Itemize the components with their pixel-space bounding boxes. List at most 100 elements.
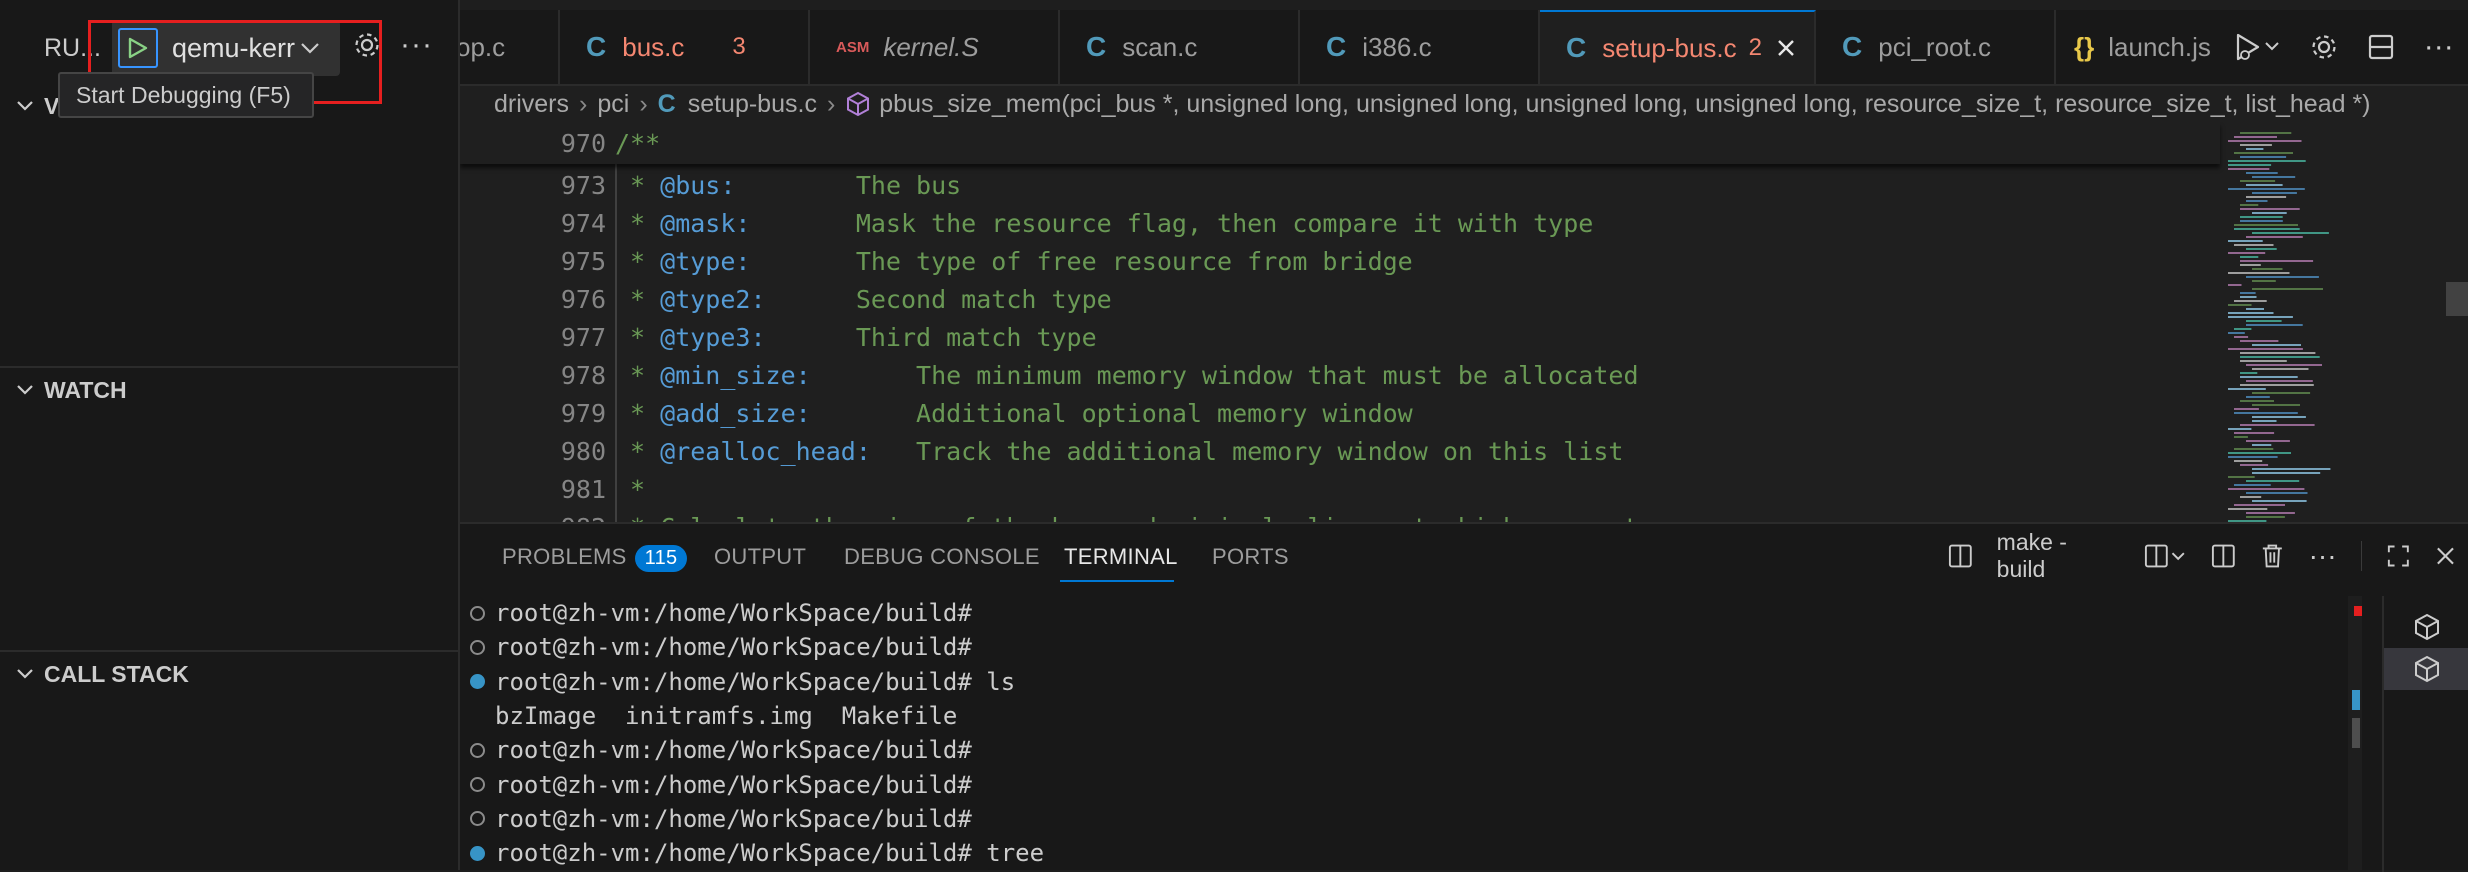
tab-label: PROBLEMS (502, 544, 627, 569)
editor-actions: ··· (2218, 10, 2468, 84)
minimap-line (2228, 428, 2252, 430)
minimap-line (2228, 304, 2252, 306)
tab-bus-c[interactable]: C bus.c 3 (560, 10, 810, 84)
command-decoration-icon[interactable] (470, 777, 485, 792)
more-actions-icon[interactable]: ··· (2424, 30, 2454, 64)
terminal-instance[interactable] (2384, 648, 2468, 690)
code-text: * @type3: Third match type (615, 323, 1097, 352)
gear-icon[interactable] (352, 30, 382, 60)
more-actions-icon[interactable]: ··· (400, 28, 433, 62)
tab-i386-c[interactable]: C i386.c (1300, 10, 1540, 84)
debug-config-name: qemu-kerr (172, 32, 296, 63)
minimap[interactable] (2220, 122, 2420, 522)
terminal-instance[interactable] (2384, 606, 2468, 648)
tab-problems[interactable]: PROBLEMS 115 (502, 544, 688, 572)
minimap-line (2234, 328, 2252, 330)
minimap-line (2246, 248, 2277, 250)
json-file-icon: {} (2074, 31, 2095, 62)
chevron-down-icon (17, 669, 33, 679)
command-decoration-icon[interactable] (470, 811, 485, 827)
c-file-icon: C (1842, 31, 1863, 62)
terminal-line: root@zh-vm:/home/WorkSpace/build# tree (470, 836, 1044, 870)
maximize-panel-icon[interactable] (2386, 543, 2411, 569)
breadcrumb: drivers › pci › C setup-bus.c › pbus_siz… (460, 86, 2468, 122)
command-decoration-icon[interactable] (470, 605, 485, 621)
tab-pci-root-c[interactable]: C pci_root.c (1816, 10, 2056, 84)
command-decoration-icon[interactable] (470, 845, 485, 861)
tab-launch-json[interactable]: {} launch.js (2056, 10, 2236, 84)
c-file-icon: C (1086, 31, 1107, 62)
split-terminal-icon[interactable] (1948, 543, 1973, 569)
code-line: 982 * Calculate the size of the bus and … (460, 508, 2220, 523)
tab-ports[interactable]: PORTS (1212, 544, 1289, 570)
scrollbar-thumb[interactable] (2446, 282, 2468, 316)
code-line: 973 * @bus: The bus (460, 166, 2220, 204)
split-terminal-icon[interactable] (2144, 543, 2188, 569)
editor-scrollbar[interactable] (2438, 122, 2468, 522)
section-divider (0, 650, 458, 652)
command-decoration-icon[interactable] (470, 674, 485, 690)
minimap-line (2228, 160, 2306, 162)
minimap-line (2246, 512, 2295, 514)
tab-label: i386.c (1362, 31, 1432, 62)
doc-tag: @add_size: (660, 398, 811, 428)
section-call-stack[interactable]: CALL STACK (0, 654, 460, 694)
terminal-output[interactable]: root@zh-vm:/home/WorkSpace/build# root@zh… (460, 596, 2340, 872)
minimap-line (2228, 316, 2293, 318)
debug-config-selector[interactable]: qemu-kerr (112, 20, 340, 76)
terminal-cube-icon (2415, 655, 2439, 683)
tab-label: setup-bus.c (1602, 32, 1737, 63)
breadcrumb-symbol[interactable]: pbus_size_mem(pci_bus *, unsigned long, … (879, 90, 2370, 119)
tab-setup-bus-c[interactable]: C setup-bus.c 2 (1540, 10, 1816, 84)
code-editor[interactable]: 970 /** 973 * @bus: The bus 974 * @mask: … (460, 122, 2468, 522)
trash-icon[interactable] (2260, 542, 2285, 570)
minimap-line (2246, 480, 2300, 482)
scrollbar-thumb[interactable] (2352, 718, 2360, 748)
active-tab-indicator (1060, 580, 1174, 582)
more-actions-icon[interactable]: ··· (2309, 540, 2337, 572)
command-decoration-icon[interactable] (470, 639, 485, 655)
minimap-line (2246, 324, 2303, 326)
terminal-scrollbar[interactable] (2348, 596, 2362, 872)
section-watch[interactable]: WATCH (0, 370, 460, 410)
breadcrumb-item[interactable]: setup-bus.c (688, 90, 817, 119)
comment-star: * (615, 513, 660, 523)
breadcrumb-item[interactable]: drivers (494, 90, 569, 119)
chevron-down-icon[interactable] (300, 41, 320, 55)
code-text: * @min_size: The minimum memory window t… (615, 360, 1639, 390)
line-number: 980 (560, 436, 606, 466)
tab-terminal[interactable]: TERMINAL (1064, 544, 1178, 570)
tab-label: op.c (460, 31, 506, 62)
run-debug-icon[interactable] (2232, 31, 2280, 63)
tab-op-c[interactable]: op.c (460, 10, 560, 84)
breadcrumb-item[interactable]: pci (597, 90, 629, 119)
start-debugging-button[interactable] (118, 28, 158, 68)
terminal-task-name[interactable]: make - build (1997, 529, 2116, 583)
doc-tag: @type3: (660, 322, 766, 352)
gear-icon[interactable] (2309, 32, 2339, 62)
close-icon[interactable] (2435, 545, 2456, 567)
code-line: 975 * @type: The type of free resource f… (460, 242, 2220, 280)
sticky-scroll-line[interactable]: 970 /** (460, 122, 2220, 164)
split-editor-icon[interactable] (2367, 33, 2395, 61)
tab-kernel-s[interactable]: ASM kernel.S (810, 10, 1060, 84)
play-icon (128, 37, 148, 59)
tab-debug-console[interactable]: DEBUG CONSOLE (844, 544, 1040, 570)
tab-scan-c[interactable]: C scan.c (1060, 10, 1300, 84)
minimap-line (2234, 244, 2274, 246)
code-line: 980 * @realloc_head: Track the additiona… (460, 432, 2220, 470)
minimap-line (2240, 264, 2261, 266)
command-decoration-icon[interactable] (470, 742, 485, 758)
minimap-line (2234, 336, 2249, 338)
minimap-line (2246, 196, 2287, 198)
minimap-line (2252, 404, 2300, 406)
tab-label: bus.c (622, 31, 685, 62)
terminal-line: root@zh-vm:/home/WorkSpace/build# (470, 596, 972, 630)
close-icon[interactable] (1776, 38, 1796, 58)
layout-panel-icon[interactable] (2211, 543, 2236, 569)
minimap-line (2240, 204, 2259, 206)
c-file-icon: C (1326, 31, 1347, 62)
tab-output[interactable]: OUTPUT (714, 544, 806, 570)
doc-description: The minimum memory window that must be a… (916, 360, 1639, 390)
